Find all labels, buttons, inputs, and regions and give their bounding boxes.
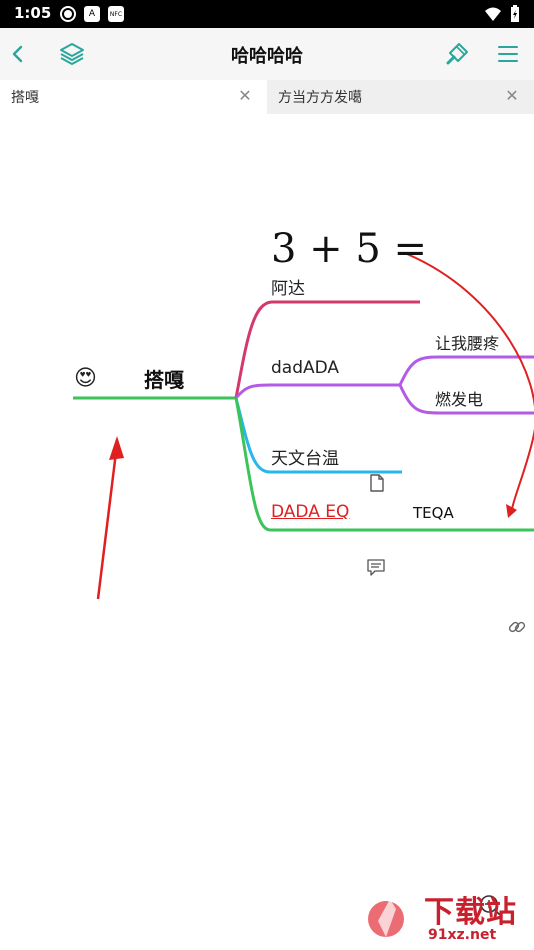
menu-button[interactable] [492, 38, 524, 70]
status-notification-icons: A NFC [60, 6, 124, 22]
comment-icon[interactable] [367, 559, 385, 576]
tab-fangdang[interactable]: 方当方方发噶 ✕ [267, 80, 534, 114]
document-tabs: 搭嘎 ✕ 方当方方发噶 ✕ [0, 80, 534, 114]
paint-brush-icon [446, 43, 468, 65]
topic-ranfadian[interactable]: 燃发电 [435, 386, 483, 410]
wifi-icon [485, 7, 501, 21]
link-icon[interactable] [508, 618, 526, 636]
watermark-url: 91xz.net [428, 927, 497, 943]
watermark-title: 下载站 [424, 895, 517, 930]
status-time: 1:05 [14, 4, 52, 22]
nfc-icon: NFC [108, 6, 124, 22]
topic-tianwentai[interactable]: 天文台温 [271, 444, 339, 469]
topic-link-dada-eq[interactable]: DADA EQ [271, 502, 349, 522]
menu-icon [498, 46, 518, 62]
topic-dadada[interactable]: dadADA [271, 358, 339, 378]
root-topic[interactable]: 搭嘎 [144, 364, 184, 393]
app-notification-icon [60, 6, 76, 22]
close-icon[interactable]: ✕ [504, 88, 520, 104]
note-document-icon[interactable] [369, 474, 385, 492]
formula-node[interactable]: 3 + 5 = [271, 226, 427, 272]
mindmap-canvas[interactable]: 3 + 5 = 😍 搭嘎 阿达 dadADA 让我腰疼 燃发电 天文台温 DAD… [0, 114, 534, 950]
topic-ada[interactable]: 阿达 [271, 274, 305, 299]
style-brush-button[interactable] [441, 38, 473, 70]
topic-teqa[interactable]: TEQA [413, 504, 454, 522]
status-bar: 1:05 A NFC [0, 0, 534, 28]
status-system-icons [484, 5, 520, 23]
mindmap-connectors [73, 253, 534, 600]
app-toolbar: 哈哈哈哈 [0, 28, 534, 80]
battery-icon [511, 5, 519, 22]
emoji-icon: 😍 [74, 366, 97, 391]
tab-label: 方当方方发噶 [278, 90, 362, 106]
close-icon[interactable]: ✕ [237, 88, 253, 104]
site-watermark: 下载站 91xz.net [364, 885, 534, 950]
tab-dage[interactable]: 搭嘎 ✕ [0, 80, 267, 114]
a-notification-icon: A [84, 6, 100, 22]
tab-label: 搭嘎 [11, 90, 39, 106]
topic-rangwo[interactable]: 让我腰疼 [435, 330, 499, 354]
